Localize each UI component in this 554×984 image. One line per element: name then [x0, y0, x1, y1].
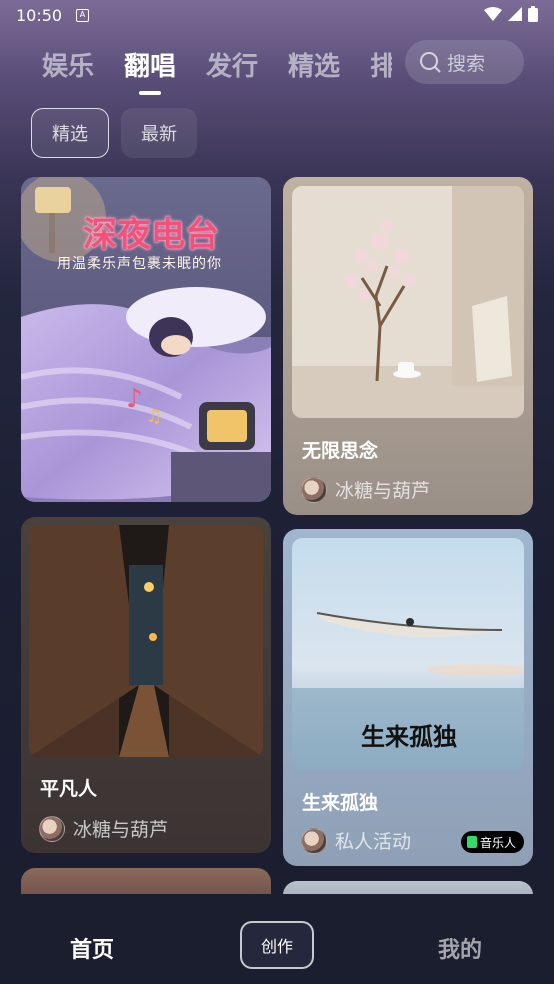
status-time: 10:50: [16, 6, 63, 25]
svg-text:♫: ♫: [146, 406, 162, 427]
svg-text:♪: ♪: [126, 384, 143, 414]
author-name: 冰糖与葫芦: [73, 819, 169, 841]
card-title: 无限思念: [302, 440, 379, 462]
filter-chips: 精选 最新: [31, 108, 197, 158]
category-tabs: 娱乐 翻唱 发行 精选 排: [42, 42, 392, 95]
tab-featured[interactable]: 精选: [288, 46, 340, 83]
signal-icon: [508, 7, 522, 21]
battery-icon: [528, 6, 538, 22]
author-name: 私人活动: [335, 831, 412, 853]
filter-featured[interactable]: 精选: [31, 108, 109, 158]
musician-badge: 音乐人: [461, 831, 525, 853]
search-icon: [420, 52, 441, 73]
born-lonely-overlay-text: 生来孤独: [361, 722, 457, 751]
tab-ranking-partial[interactable]: 排: [370, 46, 392, 83]
card-night-radio[interactable]: ♪ ♫ 深夜电台 用温柔乐声包裹未眠的你: [21, 177, 271, 502]
night-radio-overlay-subtitle: 用温柔乐声包裹未眠的你: [57, 256, 222, 272]
search-button[interactable]: 搜索: [405, 40, 524, 84]
wifi-icon: [484, 7, 502, 21]
nav-create-button[interactable]: 创作: [240, 921, 314, 969]
endless-longing-cover-image: [292, 186, 524, 418]
tab-release[interactable]: 发行: [206, 46, 258, 83]
music-note-icon: [467, 836, 477, 848]
avatar: [301, 476, 327, 503]
filter-latest[interactable]: 最新: [121, 108, 197, 158]
author-name: 冰糖与葫芦: [335, 480, 431, 502]
search-placeholder: 搜索: [447, 52, 486, 75]
avatar: [39, 815, 65, 842]
nav-home[interactable]: 首页: [70, 932, 114, 964]
nav-mine[interactable]: 我的: [438, 932, 482, 964]
tab-entertainment[interactable]: 娱乐: [42, 46, 94, 83]
tab-cover[interactable]: 翻唱: [124, 46, 176, 95]
notification-icon: A: [76, 9, 89, 22]
card-born-lonely[interactable]: 生来孤独 生来孤独 私人活动 音乐人: [283, 529, 533, 866]
badge-label: 音乐人: [480, 835, 517, 850]
card-ordinary-person[interactable]: 平凡人 冰糖与葫芦: [21, 517, 271, 853]
card-author[interactable]: 冰糖与葫芦: [301, 476, 430, 503]
card-title: 生来孤独: [302, 792, 379, 814]
status-bar: 10:50 A: [0, 0, 554, 32]
ordinary-person-cover-image: [29, 525, 263, 757]
status-icons: [484, 6, 538, 22]
card-author[interactable]: 冰糖与葫芦: [39, 815, 168, 842]
bottom-navigation: 首页 创作 我的: [0, 894, 554, 984]
card-endless-longing[interactable]: 无限思念 冰糖与葫芦: [283, 177, 533, 515]
card-author[interactable]: 私人活动: [301, 827, 411, 854]
card-title: 平凡人: [40, 778, 98, 800]
avatar: [301, 827, 327, 854]
night-radio-overlay-title: 深夜电台: [83, 215, 219, 255]
